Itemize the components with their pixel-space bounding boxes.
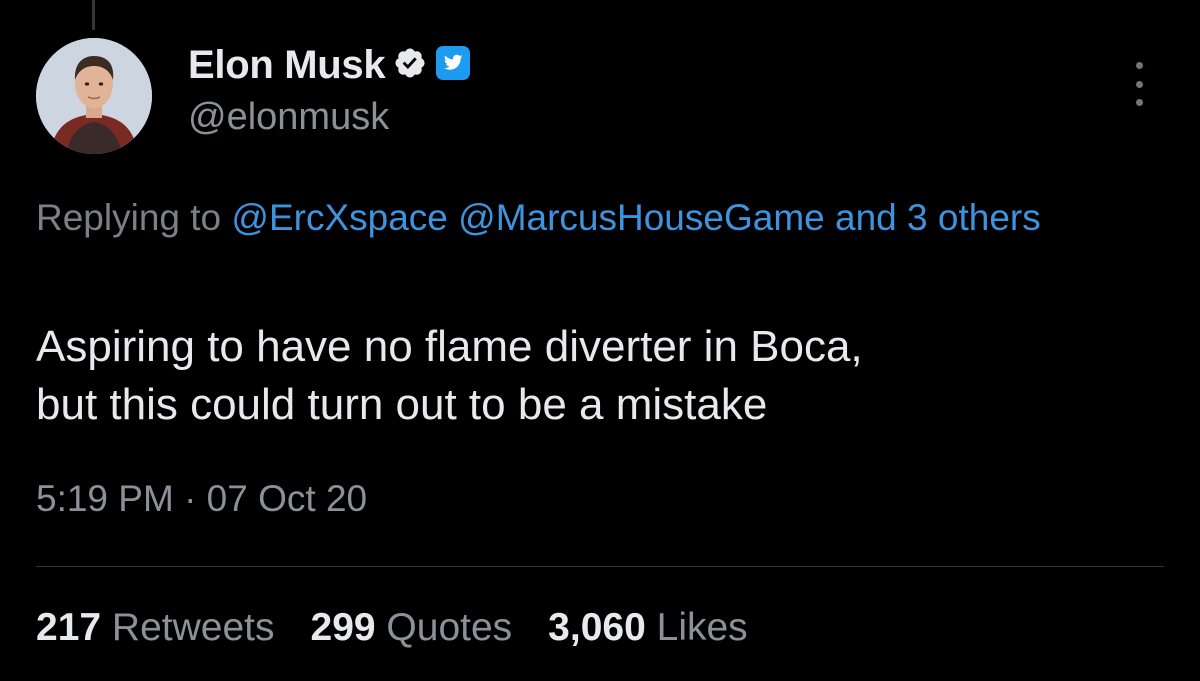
twitter-bird-icon — [435, 45, 471, 86]
tweet-line: Aspiring to have no flame diverter in Bo… — [36, 322, 863, 371]
tweet-timestamp[interactable]: 5:19 PM · 07 Oct 20 — [36, 478, 367, 520]
tweet-text: Aspiring to have no flame diverter in Bo… — [36, 318, 1176, 434]
others-link[interactable]: and 3 others — [835, 197, 1041, 238]
avatar[interactable] — [36, 38, 152, 154]
more-options-icon[interactable] — [1124, 62, 1154, 106]
avatar-image — [36, 38, 152, 154]
mention-link[interactable]: @MarcusHouseGame — [458, 197, 825, 238]
likes-label: Likes — [656, 606, 748, 649]
more-dot — [1135, 99, 1143, 106]
mention-link[interactable]: @ErcXspace — [231, 197, 447, 238]
more-dot — [1135, 80, 1143, 88]
quotes-count: 299 — [310, 606, 376, 649]
author-name-row: Elon Musk — [188, 40, 471, 90]
author-display-name[interactable]: Elon Musk — [188, 43, 386, 88]
reply-prefix: Replying to — [36, 197, 222, 238]
retweets-count: 217 — [36, 606, 102, 649]
likes-stat[interactable]: 3,060 Likes — [548, 606, 748, 650]
retweets-stat[interactable]: 217 Retweets — [36, 606, 275, 650]
author-handle[interactable]: @elonmusk — [188, 96, 389, 139]
divider — [36, 566, 1164, 567]
quotes-stat[interactable]: 299 Quotes — [311, 606, 513, 650]
quotes-label: Quotes — [386, 606, 513, 649]
thread-connector-line — [92, 0, 95, 30]
tweet-line: but this could turn out to be a mistake — [36, 380, 768, 429]
likes-count: 3,060 — [548, 606, 646, 649]
more-dot — [1135, 62, 1143, 69]
engagement-stats: 217 Retweets 299 Quotes 3,060 Likes — [36, 606, 748, 650]
verified-badge-icon — [393, 46, 427, 85]
retweets-label: Retweets — [111, 606, 275, 649]
reply-context: Replying to @ErcXspace @MarcusHouseGame … — [36, 188, 1176, 248]
